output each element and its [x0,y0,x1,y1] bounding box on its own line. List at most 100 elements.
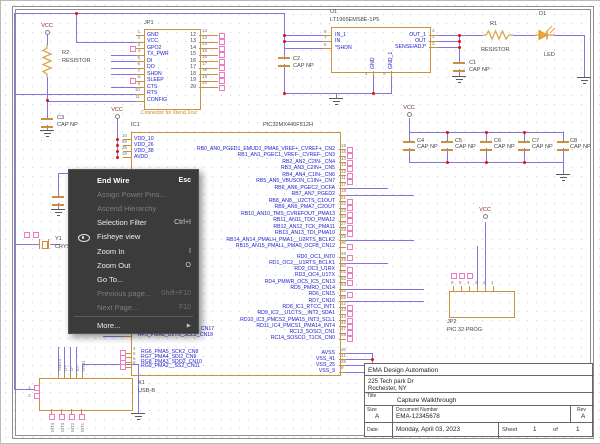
wire[interactable] [284,48,323,49]
pin-name: VBUS [57,358,62,371]
pin-number: 20 [202,80,208,86]
led-symbol[interactable] [535,25,556,44]
resistor-symbol[interactable] [483,29,513,41]
wire[interactable] [284,13,285,49]
wire[interactable] [14,244,39,245]
pin-number: 16 [190,57,196,64]
capacitor-symbol[interactable] [557,141,569,151]
menu-item-previous-page[interactable]: Previous page... Shift+F10 [69,287,198,301]
capacitor-symbol[interactable] [518,141,530,151]
wire[interactable] [346,353,372,354]
wire[interactable] [14,13,15,389]
resistor-symbol[interactable] [41,45,53,77]
capacitor-symbol[interactable] [480,141,492,151]
wire[interactable] [485,222,486,286]
pin-number: 29 [341,233,347,239]
wire[interactable] [284,41,323,42]
pin-stub [123,157,131,158]
wire[interactable] [584,35,585,77]
pin-number: 54 [341,288,347,294]
capacitor-symbol[interactable] [441,141,453,151]
wire[interactable] [47,100,136,102]
menu-item-assign-power-pins[interactable]: Assign Power Pins... [69,187,198,201]
wire[interactable] [554,35,584,36]
capacitor-symbol[interactable] [403,141,415,151]
wire[interactable] [284,93,392,94]
wire[interactable] [346,188,388,189]
wire[interactable] [76,13,77,42]
wire[interactable] [373,76,374,93]
wire[interactable] [47,77,48,119]
wire[interactable] [284,64,285,93]
ref-label: X1 [138,380,145,386]
menu-item-ascend-hierarchy[interactable]: Ascend Hierarchy [69,201,198,215]
capacitor-symbol[interactable] [52,196,64,206]
wire[interactable] [346,288,424,290]
ref-label: C2 [293,56,301,62]
wire[interactable] [346,194,414,196]
crystal-symbol[interactable] [42,241,48,249]
wire[interactable] [58,173,59,197]
menu-item-more[interactable]: More... ▶ [69,319,198,333]
menu-item-selection-filter[interactable]: Selection Filter Ctrl+I [69,216,198,230]
pin-name: RB2_AN2_C2IN-_CN4 [282,158,335,165]
wire[interactable] [563,162,564,174]
pin-name: *SHDN [335,45,352,51]
menu-shortcut: I [189,247,191,255]
ref-label: IC1 [131,122,140,128]
pin-number: 9 [341,365,344,371]
crystal-symbol[interactable] [39,239,41,249]
pin-stub [323,48,331,49]
pin-number: 1 [137,28,140,34]
component-body-x1[interactable] [39,378,133,411]
pin-stub [199,87,218,89]
wire[interactable] [437,47,459,48]
wire[interactable] [346,301,424,303]
no-connect-marker [347,198,353,205]
pin-name: MT3 [60,422,65,432]
pin-number: 8 [324,29,327,34]
wire[interactable] [409,118,410,132]
wire[interactable] [284,35,323,36]
pin-name: IN [335,38,341,44]
wire[interactable] [391,76,392,93]
wire[interactable] [14,13,285,14]
pin-name: RB3_AN3_C2IN+_CN5 [280,165,335,171]
wire[interactable] [346,263,388,265]
doc-number-value: EMA-12345678 [396,413,440,420]
pin-name: RB8_AN8__U2CTS_C1OUT [268,197,335,204]
capacitor-symbol[interactable] [41,118,53,128]
capacitor-symbol[interactable] [453,62,465,72]
schematic-canvas[interactable]: VCC R2 RESISTOR C3 CAP NP JP1 GND 1 VCC 2 GP… [0,0,600,444]
wire[interactable] [409,132,410,141]
menu-item-fisheye-view[interactable]: Fisheye view [69,230,198,244]
menu-item-go-to[interactable]: Go To... [69,272,198,286]
wire[interactable] [346,359,372,361]
wire[interactable] [437,35,459,36]
wire[interactable] [346,240,414,241]
menu-item-end-wire[interactable]: End Wire Esc [69,173,198,187]
wire[interactable] [563,132,564,141]
pin-name: VSS_41 [315,355,335,362]
junction-dot [115,156,119,159]
pin-name: RD9_IC2__U1CTS__INT2_SDA1 [257,310,335,317]
menu-item-zoom-out[interactable]: Zoom Out O [69,258,198,272]
wire[interactable] [103,335,123,337]
pin-name: RB11_AN11_TDO_PMA12 [273,217,335,223]
wire[interactable] [513,35,535,36]
menu-shortcut: F10 [178,304,191,312]
menu-item-zoom-in[interactable]: Zoom In I [69,244,198,258]
menu-item-next-page[interactable]: Next Page... F10 [69,301,198,315]
capacitor-symbol[interactable] [278,57,290,67]
wire[interactable] [459,35,483,36]
wire[interactable] [47,34,48,45]
no-connect-marker [347,311,353,318]
company-address: 225 Tech park Dr [368,379,414,385]
wire[interactable] [437,41,459,42]
wire[interactable] [14,93,136,95]
pin-number: 17 [202,60,208,66]
pin-number: 38 [121,144,127,150]
pin-name: RB1_AN1_PGEC1_VREF-_CVREF-_CN3 [237,152,335,158]
component-body-jp2[interactable] [449,291,515,318]
pin-number: 53 [341,282,347,287]
